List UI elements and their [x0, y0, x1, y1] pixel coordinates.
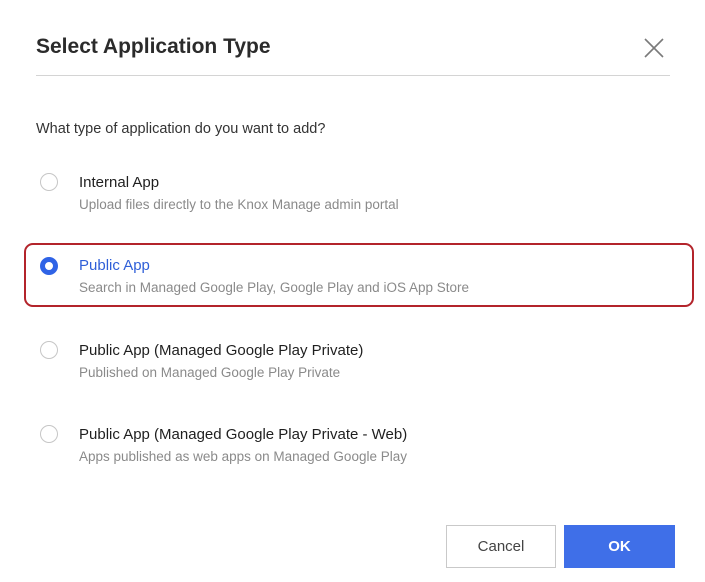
radio-managed-google-play-private[interactable] — [40, 341, 58, 359]
option-title: Public App (Managed Google Play Private … — [79, 426, 408, 443]
radio-internal-app[interactable] — [40, 173, 58, 191]
dialog-title: Select Application Type — [36, 35, 271, 58]
cancel-button[interactable]: Cancel — [446, 525, 556, 568]
option-internal-app[interactable]: Internal App Upload files directly to th… — [24, 165, 694, 221]
header-divider — [36, 75, 670, 76]
option-title: Internal App — [79, 174, 160, 191]
option-description: Published on Managed Google Play Private — [79, 365, 341, 380]
radio-managed-google-play-private-web[interactable] — [40, 425, 58, 443]
option-managed-google-play-private[interactable]: Public App (Managed Google Play Private)… — [24, 333, 694, 389]
option-title: Public App — [79, 257, 150, 274]
close-icon — [644, 38, 664, 58]
radio-public-app[interactable] — [40, 257, 58, 275]
option-description: Search in Managed Google Play, Google Pl… — [79, 280, 469, 295]
option-description: Upload files directly to the Knox Manage… — [79, 197, 399, 212]
select-application-type-dialog: Select Application Type What type of app… — [0, 0, 705, 582]
ok-button[interactable]: OK — [564, 525, 675, 568]
close-button[interactable] — [640, 34, 668, 62]
option-description: Apps published as web apps on Managed Go… — [79, 449, 407, 464]
option-managed-google-play-private-web[interactable]: Public App (Managed Google Play Private … — [24, 417, 694, 473]
question-text: What type of application do you want to … — [36, 121, 326, 137]
option-public-app[interactable]: Public App Search in Managed Google Play… — [24, 243, 694, 307]
option-title: Public App (Managed Google Play Private) — [79, 342, 364, 359]
